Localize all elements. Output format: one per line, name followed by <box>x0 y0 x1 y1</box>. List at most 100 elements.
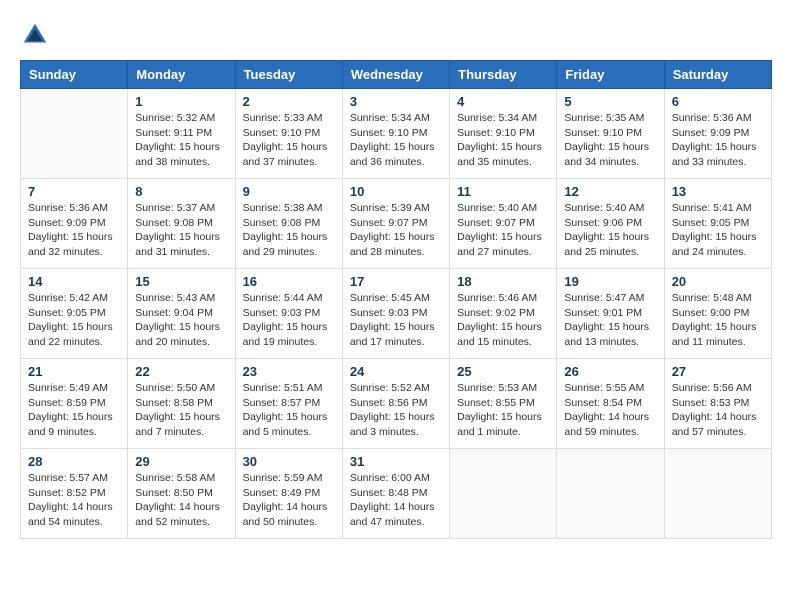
day-number: 26 <box>564 364 656 379</box>
day-cell: 24Sunrise: 5:52 AM Sunset: 8:56 PM Dayli… <box>342 359 449 449</box>
day-number: 19 <box>564 274 656 289</box>
day-number: 4 <box>457 94 549 109</box>
day-cell: 21Sunrise: 5:49 AM Sunset: 8:59 PM Dayli… <box>21 359 128 449</box>
day-cell: 1 Sunrise: 5:32 AM Sunset: 9:11 PM Daylig… <box>128 89 235 179</box>
day-cell: 20 Sunrise: 5:48 AM Sunset: 9:00 PM Dayli… <box>664 269 771 359</box>
day-cell: 9 Sunrise: 5:38 AM Sunset: 9:08 PM Daylig… <box>235 179 342 269</box>
day-number: 18 <box>457 274 549 289</box>
col-header-sunday: Sunday <box>21 61 128 89</box>
day-info: Sunrise: 5:46 AM Sunset: 9:02 PM Dayligh… <box>457 291 549 350</box>
day-cell: 30 Sunrise: 5:59 AM Sunset: 8:49 PM Dayli… <box>235 449 342 539</box>
day-number: 29 <box>135 454 227 469</box>
day-info: Sunrise: 5:53 AM Sunset: 8:55 PM Dayligh… <box>457 381 549 440</box>
day-cell: 22 Sunrise: 5:50 AM Sunset: 8:58 PM Dayli… <box>128 359 235 449</box>
day-cell: 11 Sunrise: 5:40 AM Sunset: 9:07 PM Dayli… <box>450 179 557 269</box>
day-info: Sunrise: 5:43 AM Sunset: 9:04 PM Dayligh… <box>135 291 227 350</box>
day-number: 11 <box>457 184 549 199</box>
logo-icon <box>20 20 50 50</box>
week-row-4: 21Sunrise: 5:49 AM Sunset: 8:59 PM Dayli… <box>21 359 772 449</box>
col-header-friday: Friday <box>557 61 664 89</box>
week-row-3: 14 Sunrise: 5:42 AM Sunset: 9:05 PM Dayli… <box>21 269 772 359</box>
day-info: Sunrise: 5:50 AM Sunset: 8:58 PM Dayligh… <box>135 381 227 440</box>
day-number: 31 <box>350 454 442 469</box>
week-row-1: 1 Sunrise: 5:32 AM Sunset: 9:11 PM Daylig… <box>21 89 772 179</box>
day-cell: 15 Sunrise: 5:43 AM Sunset: 9:04 PM Dayli… <box>128 269 235 359</box>
day-number: 9 <box>243 184 335 199</box>
day-info: Sunrise: 5:57 AM Sunset: 8:52 PM Dayligh… <box>28 471 120 530</box>
header-row: SundayMondayTuesdayWednesdayThursdayFrid… <box>21 61 772 89</box>
day-number: 12 <box>564 184 656 199</box>
week-row-5: 28Sunrise: 5:57 AM Sunset: 8:52 PM Dayli… <box>21 449 772 539</box>
day-number: 1 <box>135 94 227 109</box>
day-number: 25 <box>457 364 549 379</box>
day-info: Sunrise: 5:52 AM Sunset: 8:56 PM Dayligh… <box>350 381 442 440</box>
day-cell: 13 Sunrise: 5:41 AM Sunset: 9:05 PM Dayli… <box>664 179 771 269</box>
day-cell: 23Sunrise: 5:51 AM Sunset: 8:57 PM Dayli… <box>235 359 342 449</box>
day-cell: 7Sunrise: 5:36 AM Sunset: 9:09 PM Daylig… <box>21 179 128 269</box>
day-number: 16 <box>243 274 335 289</box>
day-info: Sunrise: 5:58 AM Sunset: 8:50 PM Dayligh… <box>135 471 227 530</box>
day-number: 7 <box>28 184 120 199</box>
day-info: Sunrise: 5:40 AM Sunset: 9:07 PM Dayligh… <box>457 201 549 260</box>
day-info: Sunrise: 5:48 AM Sunset: 9:00 PM Dayligh… <box>672 291 764 350</box>
day-info: Sunrise: 6:00 AM Sunset: 8:48 PM Dayligh… <box>350 471 442 530</box>
day-info: Sunrise: 5:38 AM Sunset: 9:08 PM Dayligh… <box>243 201 335 260</box>
day-cell: 5Sunrise: 5:35 AM Sunset: 9:10 PM Daylig… <box>557 89 664 179</box>
col-header-thursday: Thursday <box>450 61 557 89</box>
day-cell <box>664 449 771 539</box>
week-row-2: 7Sunrise: 5:36 AM Sunset: 9:09 PM Daylig… <box>21 179 772 269</box>
day-number: 15 <box>135 274 227 289</box>
day-cell: 28Sunrise: 5:57 AM Sunset: 8:52 PM Dayli… <box>21 449 128 539</box>
day-cell: 6 Sunrise: 5:36 AM Sunset: 9:09 PM Daylig… <box>664 89 771 179</box>
day-info: Sunrise: 5:44 AM Sunset: 9:03 PM Dayligh… <box>243 291 335 350</box>
day-cell: 10 Sunrise: 5:39 AM Sunset: 9:07 PM Dayli… <box>342 179 449 269</box>
day-info: Sunrise: 5:49 AM Sunset: 8:59 PM Dayligh… <box>28 381 120 440</box>
col-header-monday: Monday <box>128 61 235 89</box>
day-info: Sunrise: 5:35 AM Sunset: 9:10 PM Dayligh… <box>564 111 656 170</box>
day-number: 8 <box>135 184 227 199</box>
day-number: 20 <box>672 274 764 289</box>
day-info: Sunrise: 5:56 AM Sunset: 8:53 PM Dayligh… <box>672 381 764 440</box>
day-cell: 18 Sunrise: 5:46 AM Sunset: 9:02 PM Dayli… <box>450 269 557 359</box>
page-header <box>20 20 772 50</box>
day-info: Sunrise: 5:45 AM Sunset: 9:03 PM Dayligh… <box>350 291 442 350</box>
day-number: 14 <box>28 274 120 289</box>
day-cell: 4 Sunrise: 5:34 AM Sunset: 9:10 PM Daylig… <box>450 89 557 179</box>
day-cell: 2Sunrise: 5:33 AM Sunset: 9:10 PM Daylig… <box>235 89 342 179</box>
day-info: Sunrise: 5:39 AM Sunset: 9:07 PM Dayligh… <box>350 201 442 260</box>
day-cell <box>450 449 557 539</box>
day-info: Sunrise: 5:32 AM Sunset: 9:11 PM Dayligh… <box>135 111 227 170</box>
day-number: 10 <box>350 184 442 199</box>
day-cell: 25 Sunrise: 5:53 AM Sunset: 8:55 PM Dayli… <box>450 359 557 449</box>
col-header-saturday: Saturday <box>664 61 771 89</box>
day-cell: 19 Sunrise: 5:47 AM Sunset: 9:01 PM Dayli… <box>557 269 664 359</box>
calendar-table: SundayMondayTuesdayWednesdayThursdayFrid… <box>20 60 772 539</box>
day-cell: 3 Sunrise: 5:34 AM Sunset: 9:10 PM Daylig… <box>342 89 449 179</box>
day-cell: 16 Sunrise: 5:44 AM Sunset: 9:03 PM Dayli… <box>235 269 342 359</box>
day-number: 30 <box>243 454 335 469</box>
day-number: 6 <box>672 94 764 109</box>
day-cell: 26 Sunrise: 5:55 AM Sunset: 8:54 PM Dayli… <box>557 359 664 449</box>
day-number: 3 <box>350 94 442 109</box>
day-cell: 8 Sunrise: 5:37 AM Sunset: 9:08 PM Daylig… <box>128 179 235 269</box>
day-cell: 31 Sunrise: 6:00 AM Sunset: 8:48 PM Dayli… <box>342 449 449 539</box>
day-number: 23 <box>243 364 335 379</box>
day-info: Sunrise: 5:55 AM Sunset: 8:54 PM Dayligh… <box>564 381 656 440</box>
day-info: Sunrise: 5:59 AM Sunset: 8:49 PM Dayligh… <box>243 471 335 530</box>
day-info: Sunrise: 5:36 AM Sunset: 9:09 PM Dayligh… <box>672 111 764 170</box>
day-number: 17 <box>350 274 442 289</box>
day-cell: 17 Sunrise: 5:45 AM Sunset: 9:03 PM Dayli… <box>342 269 449 359</box>
day-number: 27 <box>672 364 764 379</box>
day-info: Sunrise: 5:47 AM Sunset: 9:01 PM Dayligh… <box>564 291 656 350</box>
day-info: Sunrise: 5:37 AM Sunset: 9:08 PM Dayligh… <box>135 201 227 260</box>
day-info: Sunrise: 5:42 AM Sunset: 9:05 PM Dayligh… <box>28 291 120 350</box>
day-number: 13 <box>672 184 764 199</box>
day-info: Sunrise: 5:41 AM Sunset: 9:05 PM Dayligh… <box>672 201 764 260</box>
day-number: 22 <box>135 364 227 379</box>
day-cell: 27 Sunrise: 5:56 AM Sunset: 8:53 PM Dayli… <box>664 359 771 449</box>
day-cell <box>557 449 664 539</box>
col-header-tuesday: Tuesday <box>235 61 342 89</box>
day-cell: 29 Sunrise: 5:58 AM Sunset: 8:50 PM Dayli… <box>128 449 235 539</box>
day-info: Sunrise: 5:34 AM Sunset: 9:10 PM Dayligh… <box>457 111 549 170</box>
day-info: Sunrise: 5:34 AM Sunset: 9:10 PM Dayligh… <box>350 111 442 170</box>
